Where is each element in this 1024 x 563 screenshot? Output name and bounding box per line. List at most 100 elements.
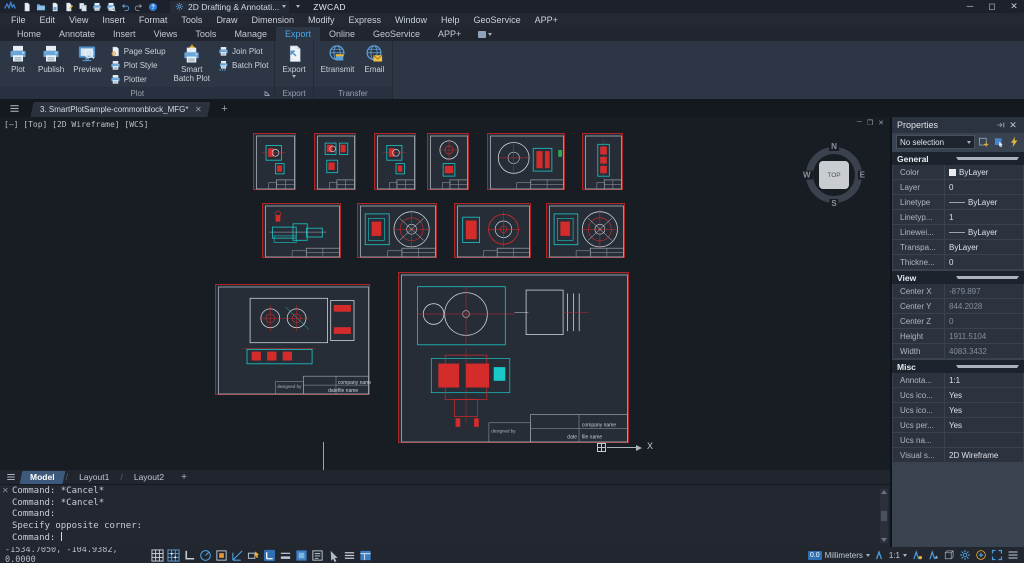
drawing-sheet-5[interactable] — [487, 133, 565, 190]
dock-panel-icon[interactable] — [995, 120, 1007, 130]
close-icon[interactable]: ✕ — [1007, 120, 1019, 131]
command-line-window[interactable]: ✕ Command: *Cancel*Command: *Cancel*Comm… — [0, 484, 890, 547]
button-plot[interactable]: Plot — [3, 42, 33, 87]
ribbon-tab-insert[interactable]: Insert — [104, 27, 145, 41]
minimize-button[interactable]: ─ — [964, 0, 976, 13]
status-menu-icon[interactable] — [1006, 549, 1019, 562]
redo-icon[interactable] — [133, 1, 145, 12]
new-layout-button[interactable]: + — [175, 472, 193, 483]
property-value[interactable]: 1911.5104 — [945, 329, 1023, 343]
dynamic-input-toggle[interactable] — [246, 548, 261, 562]
print-icon[interactable] — [91, 1, 103, 12]
layout-tab-model[interactable]: Model — [20, 471, 65, 484]
viewport-close-icon[interactable]: ✕ — [878, 119, 884, 127]
annotation-scale-icon[interactable] — [873, 549, 886, 562]
drawing-sheet-3[interactable] — [374, 133, 416, 190]
property-value[interactable]: Yes — [945, 403, 1023, 417]
polar-tracking-toggle[interactable] — [198, 548, 213, 562]
button-etransmit[interactable]: Etransmit — [317, 42, 359, 87]
drawing-sheet-9[interactable] — [454, 203, 531, 258]
snap-toggle[interactable] — [166, 548, 181, 562]
ribbon-tab-annotate[interactable]: Annotate — [50, 27, 104, 41]
property-value[interactable] — [945, 433, 1023, 447]
workspace-switch-toggle[interactable] — [358, 548, 373, 562]
button-join-plot[interactable]: Join Plot — [215, 45, 271, 57]
property-value[interactable]: 1:1 — [945, 373, 1023, 387]
annotation-visibility-icon[interactable] — [910, 549, 923, 562]
quick-select-icon[interactable] — [977, 136, 990, 149]
units-label[interactable]: Millimeters — [825, 551, 863, 560]
menu-geoservice[interactable]: GeoService — [467, 13, 528, 27]
menu-app[interactable]: APP+ — [528, 13, 565, 27]
settings-gear-icon[interactable] — [958, 549, 971, 562]
property-value[interactable]: 2D Wireframe — [945, 448, 1023, 462]
button-plotter[interactable]: Plotter — [107, 73, 169, 85]
property-value[interactable]: 1 — [945, 210, 1023, 224]
menu-draw[interactable]: Draw — [209, 13, 244, 27]
section-header-misc[interactable]: Misc — [892, 360, 1024, 373]
drawing-sheet-8[interactable] — [357, 203, 437, 258]
save-icon[interactable] — [49, 1, 61, 12]
button-preview[interactable]: Preview — [69, 42, 105, 87]
dynamic-ucs-toggle[interactable] — [262, 548, 277, 562]
ribbon-tab-app[interactable]: APP+ — [429, 27, 470, 41]
property-value[interactable]: Yes — [945, 388, 1023, 402]
object-snap-tracking-toggle[interactable] — [230, 548, 245, 562]
annotation-monitor-toggle[interactable] — [342, 548, 357, 562]
full-screen-icon[interactable] — [990, 549, 1003, 562]
dialog-launcher-icon[interactable] — [264, 90, 271, 99]
ribbon-tab-manage[interactable]: Manage — [225, 27, 276, 41]
ribbon-options[interactable] — [478, 31, 492, 38]
scroll-down-icon[interactable] — [881, 538, 887, 542]
property-value[interactable]: Yes — [945, 418, 1023, 432]
drawing-sheet-12[interactable]: designed bycompany namedatefile name — [398, 272, 629, 443]
button-batch-plot[interactable]: Batch Plot — [215, 59, 271, 71]
close-button[interactable]: ✕ — [1008, 0, 1020, 13]
button-email[interactable]: Email — [359, 42, 389, 87]
menu-modify[interactable]: Modify — [301, 13, 342, 27]
drawing-sheet-10[interactable] — [546, 203, 625, 258]
property-value[interactable]: ByLayer — [945, 165, 1023, 179]
doc-tabs-menu-icon[interactable] — [4, 100, 24, 116]
property-value[interactable]: 0 — [945, 314, 1023, 328]
ortho-toggle[interactable] — [182, 548, 197, 562]
property-value[interactable]: ByLayer — [945, 225, 1023, 239]
compass-south[interactable]: S — [829, 199, 838, 208]
layout-tab-layout1[interactable]: Layout1 — [70, 471, 118, 484]
selection-cycling-toggle[interactable] — [326, 548, 341, 562]
open-file-icon[interactable] — [35, 1, 47, 12]
viewport-controls[interactable]: [—] [Top] [2D Wireframe] [WCS] — [4, 120, 149, 129]
unit-precision-badge[interactable]: 0.0 — [808, 551, 822, 560]
add-scale-icon[interactable] — [974, 549, 987, 562]
workspace-selector[interactable]: 2D Drafting & Annotati... — [170, 1, 289, 13]
section-header-general[interactable]: General — [892, 152, 1024, 165]
lineweight-toggle[interactable] — [278, 548, 293, 562]
property-value[interactable]: 4083.3432 — [945, 344, 1023, 358]
button-export[interactable]: Export — [278, 42, 309, 87]
menu-edit[interactable]: Edit — [33, 13, 63, 27]
qat-customize-icon[interactable] — [296, 5, 300, 8]
drawing-sheet-6[interactable] — [582, 133, 623, 190]
command-history[interactable]: Command: *Cancel*Command: *Cancel*Comman… — [12, 486, 878, 547]
drawing-sheet-1[interactable] — [253, 133, 296, 190]
command-close-icon[interactable]: ✕ — [2, 486, 9, 495]
ribbon-tab-online[interactable]: Online — [320, 27, 364, 41]
close-icon[interactable]: ✕ — [195, 105, 202, 114]
menu-tools[interactable]: Tools — [174, 13, 209, 27]
ribbon-tab-geoservice[interactable]: GeoService — [364, 27, 429, 41]
button-plot-style[interactable]: Plot Style — [107, 59, 169, 71]
compass-west[interactable]: W — [801, 171, 813, 180]
selection-dropdown[interactable]: No selection — [896, 135, 975, 149]
drawing-sheet-4[interactable] — [427, 133, 469, 190]
scrollbar-thumb[interactable] — [881, 511, 887, 521]
viewport-restore-icon[interactable]: ❐ — [867, 119, 873, 127]
button-smart-batch-plot[interactable]: Smart Batch Plot — [170, 42, 214, 87]
property-value[interactable]: 844.2028 — [945, 299, 1023, 313]
menu-insert[interactable]: Insert — [95, 13, 132, 27]
section-header-view[interactable]: View — [892, 271, 1024, 284]
menu-view[interactable]: View — [62, 13, 95, 27]
menu-help[interactable]: Help — [434, 13, 467, 27]
document-tab[interactable]: 3. SmartPlotSample-commonblock_MFG* ✕ — [30, 102, 210, 117]
object-snap-toggle[interactable] — [214, 548, 229, 562]
menu-window[interactable]: Window — [388, 13, 434, 27]
